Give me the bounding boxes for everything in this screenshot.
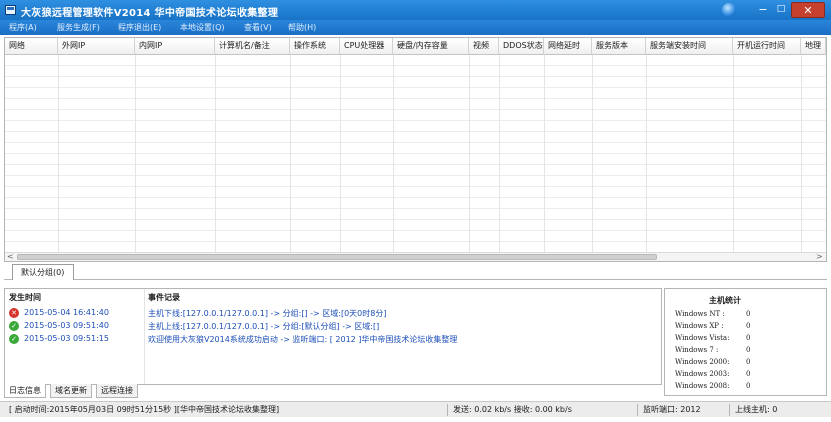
grid-divider — [499, 55, 500, 253]
window-title: 大灰狼远程管理软件V2014 华中帝国技术论坛收集整理 — [21, 8, 279, 19]
app-icon — [5, 5, 16, 15]
stat-label-2008: Windows 2008: — [675, 382, 730, 390]
stat-label-2003: Windows 2003: — [675, 370, 730, 378]
column-header-service-version[interactable]: 服务版本 — [592, 38, 646, 55]
stat-label-vista: Windows Vista: — [675, 334, 730, 342]
stat-label-2000: Windows 2000: — [675, 358, 730, 366]
log-header-time: 发生时间 — [9, 293, 41, 302]
stat-value-nt: 0 — [746, 310, 751, 318]
grid-divider — [340, 55, 341, 253]
status-traffic: 发送: 0.02 kb/s 接收: 0.00 kb/s — [450, 404, 638, 416]
column-header-location[interactable]: 地理 — [801, 38, 826, 55]
log-row[interactable]: ✓ 2015-05-03 09:51:40 主机上线:[127.0.0.1/12… — [5, 320, 661, 332]
menu-local-settings[interactable]: 本地设置(Q) — [180, 22, 225, 33]
grid-divider — [592, 55, 593, 253]
column-header-os[interactable]: 操作系统 — [290, 38, 340, 55]
minimize-button[interactable]: − — [756, 2, 770, 18]
column-header-cpu[interactable]: CPU处理器 — [340, 38, 393, 55]
host-list-table[interactable]: 网络 外网IP 内网IP 计算机名/备注 操作系统 CPU处理器 硬盘/内存容量… — [4, 37, 827, 262]
tab-domain-update[interactable]: 域名更新 — [50, 384, 92, 398]
status-start-time: [ 启动时间:2015年05月03日 09时51分15秒 ][华中帝国技术论坛收… — [6, 404, 448, 416]
scroll-right-icon[interactable]: > — [816, 252, 823, 261]
grid-divider — [135, 55, 136, 253]
menu-program[interactable]: 程序(A) — [9, 22, 37, 33]
check-icon: ✓ — [9, 334, 19, 344]
check-icon: ✓ — [9, 321, 19, 331]
globe-logo-icon — [722, 3, 736, 17]
scrollbar-thumb[interactable] — [17, 254, 657, 260]
log-time: 2015-05-03 09:51:40 — [24, 321, 109, 330]
tab-default-group[interactable]: 默认分组(0) — [12, 264, 75, 280]
stat-label-win7: Windows 7 : — [675, 346, 719, 354]
column-header-latency[interactable]: 网络延时 — [544, 38, 592, 55]
column-header-video[interactable]: 视频 — [469, 38, 499, 55]
status-online-hosts: 上线主机: 0 — [735, 405, 778, 414]
log-row[interactable]: ✓ 2015-05-03 09:51:15 欢迎使用大灰狼V2014系统成功启动… — [5, 333, 661, 345]
column-header-computer-name[interactable]: 计算机名/备注 — [215, 38, 290, 55]
maximize-button[interactable]: □ — [774, 2, 788, 18]
column-header-uptime[interactable]: 开机运行时间 — [733, 38, 801, 55]
stat-value-xp: 0 — [746, 322, 751, 330]
stat-value-2003: 0 — [746, 370, 751, 378]
menu-build-server[interactable]: 服务生成(F) — [57, 22, 100, 33]
grid-divider — [58, 55, 59, 253]
horizontal-scrollbar[interactable]: < > — [5, 252, 826, 261]
menu-help[interactable]: 帮助(H) — [288, 22, 316, 33]
grid-divider — [290, 55, 291, 253]
stat-label-nt: Windows NT : — [675, 310, 725, 318]
event-log-panel: 发生时间 事件记录 ✕ 2015-05-04 16:41:40 主机下线:[12… — [4, 288, 662, 385]
stat-value-win7: 0 — [746, 346, 751, 354]
grid-divider — [646, 55, 647, 253]
stat-value-2000: 0 — [746, 358, 751, 366]
column-header-disk-memory[interactable]: 硬盘/内存容量 — [393, 38, 469, 55]
log-time: 2015-05-04 16:41:40 — [24, 308, 109, 317]
column-header-install-time[interactable]: 服务端安装时间 — [646, 38, 733, 55]
grid-divider — [544, 55, 545, 253]
title-bar: 大灰狼远程管理软件V2014 华中帝国技术论坛收集整理 − □ ✕ — [0, 0, 831, 20]
menu-exit-program[interactable]: 程序退出(E) — [118, 22, 161, 33]
grid-body — [5, 55, 826, 253]
close-button[interactable]: ✕ — [791, 2, 825, 18]
column-header-public-ip[interactable]: 外网IP — [58, 38, 135, 55]
log-event: 欢迎使用大灰狼V2014系统成功启动 -> 监听端口: [ 2012 ]华中帝国… — [148, 335, 458, 344]
log-row[interactable]: ✕ 2015-05-04 16:41:40 主机下线:[127.0.0.1/12… — [5, 307, 661, 319]
tab-remote-connect[interactable]: 远程连接 — [96, 384, 138, 398]
log-event: 主机上线:[127.0.0.1/127.0.0.1] -> 分组:[默认分组] … — [148, 322, 380, 331]
stat-label-xp: Windows XP : — [675, 322, 724, 330]
menu-bar: 程序(A) 服务生成(F) 程序退出(E) 本地设置(Q) 查看(V) 帮助(H… — [0, 20, 831, 35]
grid-divider — [469, 55, 470, 253]
scroll-left-icon[interactable]: < — [7, 252, 14, 261]
menu-view[interactable]: 查看(V) — [244, 22, 272, 33]
tab-log-info[interactable]: 日志信息 — [4, 384, 46, 398]
status-bar: [ 启动时间:2015年05月03日 09时51分15秒 ][华中帝国技术论坛收… — [0, 401, 831, 417]
host-stats-panel: 主机统计 Windows NT : 0 Windows XP : 0 Windo… — [664, 288, 827, 396]
grid-divider — [801, 55, 802, 253]
column-header-ddos[interactable]: DDOS状态 — [499, 38, 544, 55]
error-icon: ✕ — [9, 308, 19, 318]
grid-divider — [733, 55, 734, 253]
stat-value-vista: 0 — [746, 334, 751, 342]
grid-divider — [215, 55, 216, 253]
column-header-network[interactable]: 网络 — [5, 38, 58, 55]
column-header-private-ip[interactable]: 内网IP — [135, 38, 215, 55]
group-tab-strip: 默认分组(0) — [4, 263, 827, 280]
stat-value-2008: 0 — [746, 382, 751, 390]
grid-divider — [393, 55, 394, 253]
bottom-tab-strip: 日志信息 域名更新 远程连接 — [4, 384, 662, 398]
log-header-event: 事件记录 — [148, 293, 180, 302]
log-time: 2015-05-03 09:51:15 — [24, 334, 109, 343]
status-listen-port: 监听端口: 2012 — [640, 404, 730, 416]
host-stats-title: 主机统计 — [709, 296, 741, 305]
log-event: 主机下线:[127.0.0.1/127.0.0.1] -> 分组:[] -> 区… — [148, 309, 387, 318]
